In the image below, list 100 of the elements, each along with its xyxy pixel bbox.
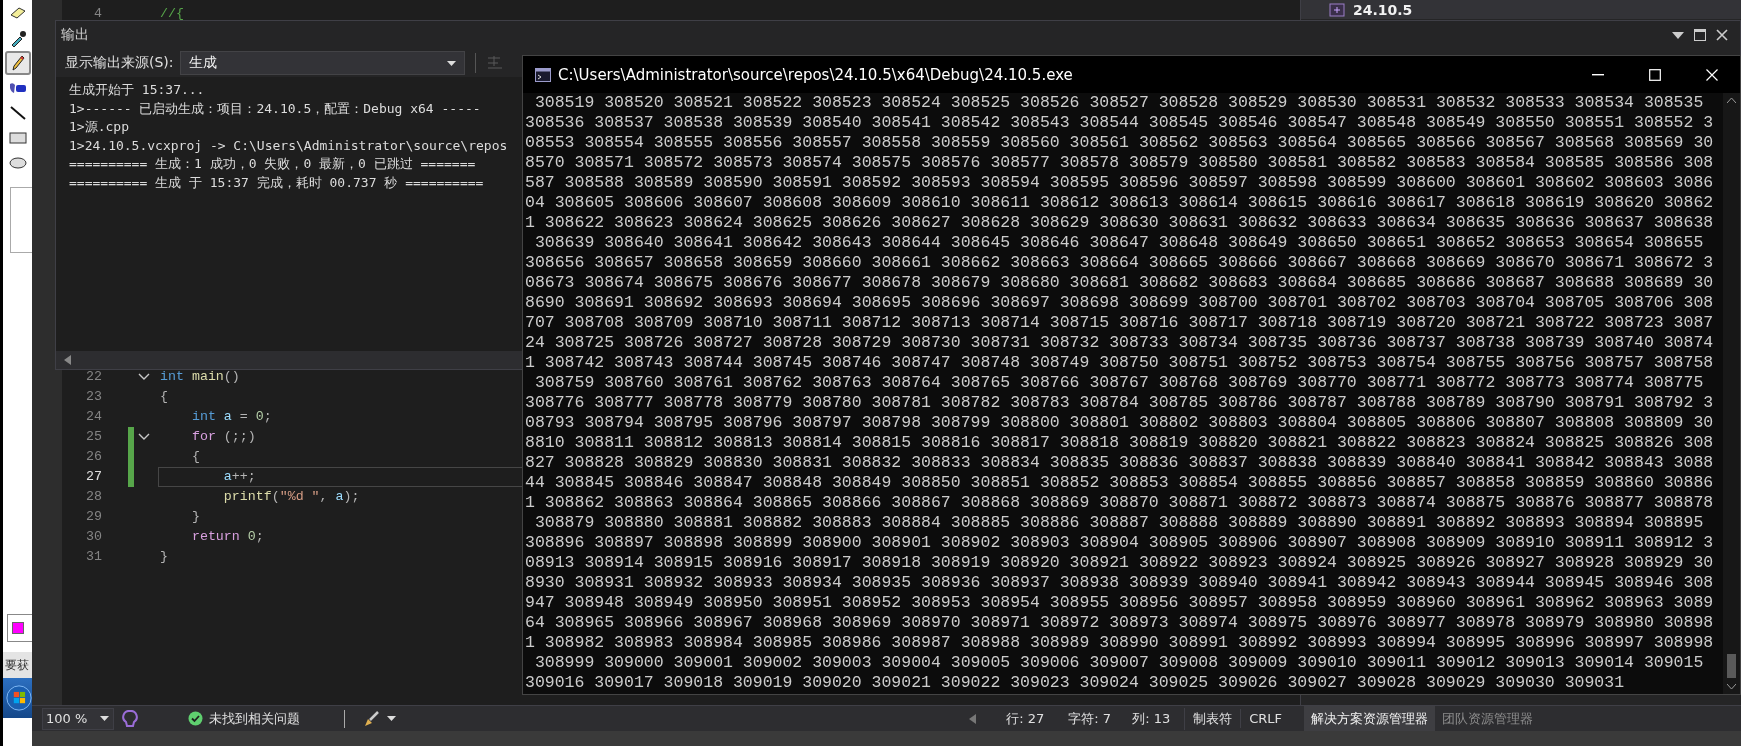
console-line: 64 308965 308966 308967 308968 308969 308970 308971 308972 308973 308974 308975 308976 308977 308978 308979 308980 30898 [525, 613, 1714, 633]
output-line: 1>------ 已启动生成：项目：24.10.5，配置：Debug x64 ----- [69, 99, 481, 118]
horizontal-scrollbar[interactable] [56, 351, 522, 369]
issues-text[interactable]: 未找到相关问题 [209, 709, 300, 728]
pencil-icon [9, 54, 26, 72]
code-line: a++; [222, 468, 256, 486]
line-number: 25 [85, 428, 102, 446]
start-orb-icon[interactable] [6, 683, 32, 713]
panel-tab[interactable]: 解决方案资源管理器 [1304, 706, 1435, 731]
scroll-down-icon[interactable] [1727, 684, 1736, 690]
output-line: ========== 生成 于 15:37 完成，耗时 00.737 秒 ========== [69, 173, 484, 192]
panel-tab[interactable]: 团队资源管理器 [1435, 706, 1540, 731]
code-line: } [190, 508, 200, 526]
console-line: 309016 309017 309018 309019 309020 309021 309022 309023 309024 309025 309026 309027 309028 309029 309030 309031 [525, 673, 1625, 693]
console-line: 08553 308554 308555 308556 308557 308558 308559 308560 308561 308562 308563 308564 308565 308566 308567 308568 308569 30 [525, 133, 1714, 153]
ellipse-icon [8, 156, 27, 170]
console-line: 1 308742 308743 308744 308745 308746 308747 308748 308749 308750 308751 308752 308753 308754 308755 308756 308757 308758 [525, 353, 1714, 373]
output-line: 1>源.cpp [69, 118, 129, 136]
code-line: { [160, 388, 168, 406]
output-line: 生成开始于 15:37... [69, 81, 205, 99]
console-line: 1 308622 308623 308624 308625 308626 308627 308628 308629 308630 308631 308632 308633 308634 308635 308636 308637 308638 [525, 213, 1714, 233]
project-icon [1329, 2, 1345, 17]
maximize-icon[interactable] [1694, 29, 1706, 41]
code-line: int main() [160, 368, 240, 386]
line-number: 28 [85, 488, 102, 506]
console-line: 308879 308880 308881 308882 308883 308884 308885 308886 308887 308888 308889 308890 308891 308892 308893 308894 308895 [533, 513, 1704, 533]
scroll-left-icon[interactable] [969, 713, 977, 724]
console-line: 24 308725 308726 308727 308728 308729 308730 308731 308732 308733 308734 308735 308736 308737 308738 308739 308740 30874 [525, 333, 1714, 353]
console-line: 08673 308674 308675 308676 308677 308678 308679 308680 308681 308682 308683 308684 308685 308686 308687 308688 308689 30 [525, 273, 1714, 293]
output-line: 1>24.10.5.vcxproj -> C:\Users\Administrator\source\repos [69, 136, 508, 155]
code-line: return 0; [190, 528, 264, 546]
console-line: 308639 308640 308641 308642 308643 308644 308645 308646 308647 308648 308649 308650 308651 308652 308653 308654 308655 [533, 233, 1704, 253]
console-line: 8570 308571 308572 308573 308574 308575 308576 308577 308578 308579 308580 308581 308582 308583 308584 308585 308586 308 [525, 153, 1714, 173]
char-indicator: 字符: 7 [1068, 709, 1112, 728]
code-line: //{ [160, 5, 184, 23]
tool-button[interactable] [4, 51, 31, 75]
line-number: 29 [85, 508, 102, 526]
console-line: 04 308605 308606 308607 308608 308609 308610 308611 308612 308613 308614 308615 308616 308617 308618 308619 308620 30862 [525, 193, 1714, 213]
line-icon [8, 105, 27, 121]
panel-title: 输出 [61, 26, 89, 44]
line-number: 4 [93, 5, 102, 23]
hint-text: 要获 [4, 656, 29, 674]
console-line: 308536 308537 308538 308539 308540 308541 308542 308543 308544 308545 308546 308547 308548 308549 308550 308551 308552 3 [525, 113, 1714, 133]
lightbulb-icon[interactable] [122, 709, 138, 728]
console-line: 308999 309000 309001 309002 309003 309004 309005 309006 309007 309008 309009 309010 309011 309012 309013 309014 309015 [533, 653, 1704, 673]
check-icon [188, 711, 203, 726]
window-title: C:\Users\Administrator\source\repos\24.10.5\x64\Debug\24.10.5.exe [558, 65, 1073, 84]
dropdown-icon[interactable] [1672, 31, 1684, 39]
collapse-icon[interactable] [138, 373, 150, 381]
code-line: printf("%d ", a); [222, 488, 360, 506]
line-number: 31 [85, 548, 102, 566]
scroll-left-icon[interactable] [64, 355, 71, 365]
close-icon[interactable] [1716, 29, 1728, 41]
line-number: 24 [85, 408, 102, 426]
code-line: int a = 0; [190, 408, 272, 426]
console-line: 308519 308520 308521 308522 308523 308524 308525 308526 308527 308528 308529 308530 308531 308532 308533 308534 308535 [533, 93, 1704, 113]
console-line: 8690 308691 308692 308693 308694 308695 308696 308697 308698 308699 308700 308701 308702 308703 308704 308705 308706 308 [525, 293, 1714, 313]
source-label: 显示输出来源(S): [65, 54, 174, 72]
eraser-icon [8, 6, 27, 20]
console-line: 827 308828 308829 308830 308831 308832 308833 308834 308835 308836 308837 308838 308839 308840 308841 308842 308843 3088 [525, 453, 1714, 473]
caret-icon [446, 60, 456, 66]
tree-item[interactable]: 24.10.5 [1301, 0, 1741, 19]
console-line: 8810 308811 308812 308813 308814 308815 308816 308817 308818 308819 308820 308821 308822 308823 308824 308825 308826 308 [525, 433, 1714, 453]
console-line: 308759 308760 308761 308762 308763 308764 308765 308766 308767 308768 308769 308770 308771 308772 308773 308774 308775 [533, 373, 1704, 393]
zoom-dropdown[interactable]: 100 % [42, 707, 114, 730]
console-line: 1 308982 308983 308984 308985 308986 308987 308988 308989 308990 308991 308992 308993 308994 308995 308996 308997 308998 [525, 633, 1714, 653]
brush-icon[interactable] [363, 709, 381, 728]
console-line: 44 308845 308846 308847 308848 308849 308850 308851 308852 308853 308854 308855 308856 308857 308858 308859 308860 30886 [525, 473, 1714, 493]
console-line: 707 308708 308709 308710 308711 308712 308713 308714 308715 308716 308717 308718 308719 308720 308721 308722 308723 3087 [525, 313, 1714, 333]
caret-icon [387, 716, 396, 721]
console-icon [535, 67, 551, 82]
line-number: 27 [85, 468, 102, 486]
rectangle-icon [8, 131, 27, 145]
console-line: 1 308862 308863 308864 308865 308866 308867 308868 308869 308870 308871 308872 308873 308874 308875 308876 308877 308878 [525, 493, 1714, 513]
scroll-up-icon[interactable] [1727, 97, 1736, 103]
scroll-thumb[interactable] [1727, 654, 1736, 678]
code-line: } [160, 548, 168, 566]
vertical-scrollbar[interactable] [1723, 93, 1740, 694]
color-swatch[interactable] [11, 622, 24, 634]
line-number: 23 [85, 388, 102, 406]
tab-mode-indicator[interactable]: 制表符 [1184, 707, 1241, 730]
brush-icon [7, 80, 28, 96]
line-indicator: 行: 27 [1006, 709, 1046, 728]
column-indicator: 列: 13 [1132, 709, 1172, 728]
console-line: 587 308588 308589 308590 308591 308592 308593 308594 308595 308596 308597 308598 308599 308600 308601 308602 308603 3086 [525, 173, 1714, 193]
console-line: 308656 308657 308658 308659 308660 308661 308662 308663 308664 308665 308666 308667 308668 308669 308670 308671 308672 3 [525, 253, 1714, 273]
output-line: ========== 生成：1 成功，0 失败，0 最新，0 已跳过 ======= [69, 155, 476, 173]
minimize-icon[interactable] [1591, 73, 1604, 76]
code-line: { [190, 448, 200, 466]
console-line: 08913 308914 308915 308916 308917 308918 308919 308920 308921 308922 308923 308924 308925 308926 308927 308928 308929 30 [525, 553, 1714, 573]
code-line: for (;;) [190, 428, 256, 446]
source-dropdown[interactable]: 生成 [179, 51, 465, 75]
collapse-icon[interactable] [138, 433, 150, 441]
console-line: 08793 308794 308795 308796 308797 308798 308799 308800 308801 308802 308803 308804 308805 308806 308807 308808 308809 30 [525, 413, 1714, 433]
console-line: 308896 308897 308898 308899 308900 308901 308902 308903 308904 308905 308906 308907 308908 308909 308910 308911 308912 3 [525, 533, 1714, 553]
line-number: 30 [85, 528, 102, 546]
line-number: 26 [85, 448, 102, 466]
console-line: 308776 308777 308778 308779 308780 308781 308782 308783 308784 308785 308786 308787 308788 308789 308790 308791 308792 3 [525, 393, 1714, 413]
console-line: 8930 308931 308932 308933 308934 308935 308936 308937 308938 308939 308940 308941 308942 308943 308944 308945 308946 308 [525, 573, 1714, 593]
line-ending-indicator[interactable]: CRLF [1240, 709, 1290, 728]
